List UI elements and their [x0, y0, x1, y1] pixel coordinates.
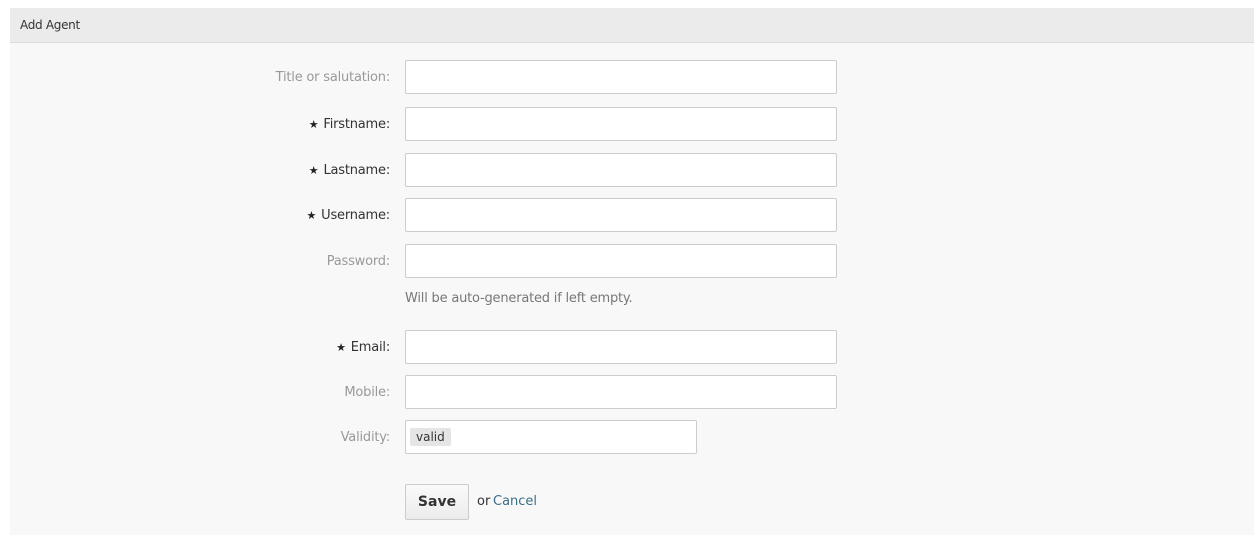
username-row: ★ Username:: [10, 198, 1254, 234]
lastname-label: ★ Lastname:: [309, 153, 390, 189]
mobile-row: Mobile:: [10, 375, 1254, 411]
password-input[interactable]: [405, 244, 837, 278]
validity-label: Validity:: [340, 430, 391, 445]
mobile-input[interactable]: [405, 375, 837, 409]
required-star-icon: ★: [308, 118, 319, 131]
validity-select[interactable]: valid: [405, 420, 697, 454]
panel-title: Add Agent: [20, 18, 80, 32]
firstname-label: ★ Firstname:: [309, 107, 390, 143]
or-text: or: [477, 494, 491, 509]
password-label: Password:: [326, 254, 391, 269]
username-input[interactable]: [405, 198, 837, 232]
email-label-text: Email:: [350, 340, 390, 355]
validity-selected-tag[interactable]: valid: [410, 428, 451, 446]
firstname-row: ★ Firstname:: [10, 107, 1254, 143]
title-row: Title or salutation:: [10, 60, 1254, 96]
add-agent-panel: Add Agent Title or salutation: ★ Firstnam…: [10, 8, 1254, 535]
title-label: Title or salutation:: [275, 70, 391, 85]
firstname-input[interactable]: [405, 107, 837, 141]
username-label-text: Username:: [321, 208, 390, 223]
email-label: ★ Email:: [336, 330, 390, 366]
required-star-icon: ★: [308, 164, 319, 177]
title-input[interactable]: [405, 60, 837, 94]
username-label: ★ Username:: [306, 198, 390, 234]
email-row: ★ Email:: [10, 330, 1254, 366]
mobile-label: Mobile:: [344, 385, 390, 400]
lastname-label-text: Lastname:: [323, 163, 390, 178]
validity-row: Validity: valid: [10, 420, 1254, 456]
required-star-icon: ★: [336, 341, 346, 354]
password-row: Password:: [10, 244, 1254, 280]
firstname-label-text: Firstname:: [323, 117, 390, 132]
password-hint: Will be auto-generated if left empty.: [405, 291, 633, 306]
panel-header: Add Agent: [10, 8, 1254, 43]
save-button[interactable]: Save: [405, 484, 469, 520]
cancel-link[interactable]: Cancel: [493, 484, 537, 520]
lastname-row: ★ Lastname:: [10, 153, 1254, 189]
email-input[interactable]: [405, 330, 837, 364]
lastname-input[interactable]: [405, 153, 837, 187]
required-star-icon: ★: [306, 209, 317, 222]
